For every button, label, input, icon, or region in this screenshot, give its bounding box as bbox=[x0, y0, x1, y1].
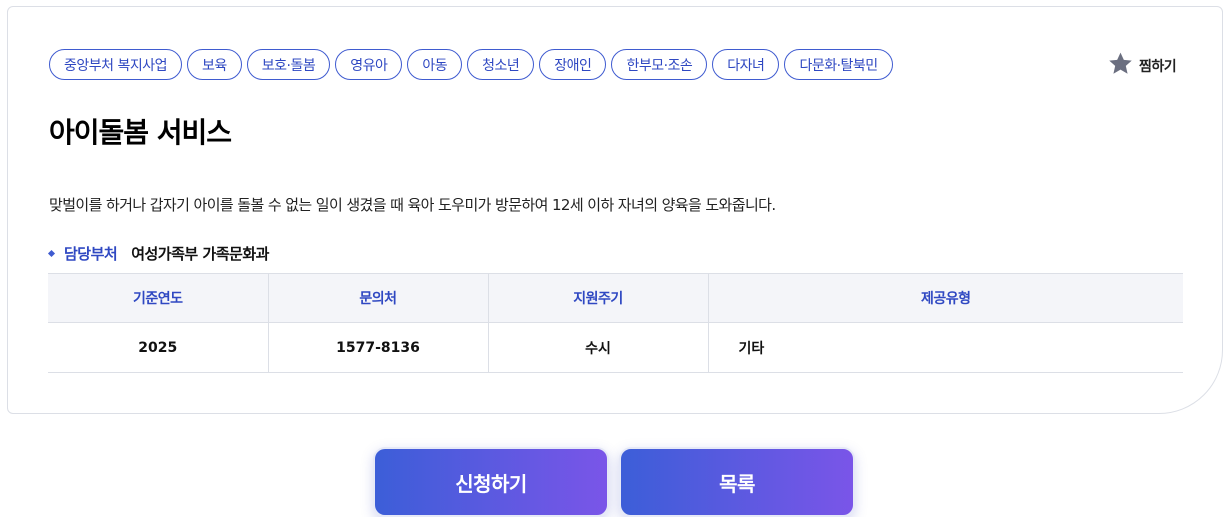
tag-multicultural[interactable]: 다문화·탈북민 bbox=[784, 49, 893, 80]
service-description: 맞벌이를 하거나 갑자기 아이를 돌볼 수 없는 일이 생겼을 때 육아 도우미… bbox=[49, 196, 776, 214]
tag-childcare[interactable]: 보육 bbox=[187, 49, 242, 80]
header-contact: 문의처 bbox=[268, 273, 489, 323]
info-table: 기준연도 문의처 지원주기 제공유형 2025 1577-8136 수시 기타 bbox=[48, 273, 1183, 373]
tag-disabled[interactable]: 장애인 bbox=[539, 49, 607, 80]
tag-youth[interactable]: 청소년 bbox=[467, 49, 535, 80]
cell-year: 2025 bbox=[48, 322, 269, 373]
action-buttons: 신청하기 목록 bbox=[373, 447, 855, 517]
header-cycle: 지원주기 bbox=[488, 273, 709, 323]
cell-contact: 1577-8136 bbox=[268, 322, 489, 373]
star-icon bbox=[1108, 51, 1133, 80]
header-type: 제공유형 bbox=[708, 273, 1183, 323]
department-value: 여성가족부 가족문화과 bbox=[131, 245, 269, 263]
category-tags: 중앙부처 복지사업 보육 보호·돌봄 영유아 아동 청소년 장애인 한부모·조손… bbox=[49, 49, 893, 80]
tag-single-parent[interactable]: 한부모·조손 bbox=[611, 49, 708, 80]
table-header-row: 기준연도 문의처 지원주기 제공유형 bbox=[48, 273, 1183, 323]
cell-type: 기타 bbox=[708, 322, 1183, 373]
table-row: 2025 1577-8136 수시 기타 bbox=[48, 322, 1183, 373]
department-label: 담당부처 bbox=[64, 245, 118, 263]
diamond-bullet-icon bbox=[47, 249, 56, 258]
tag-child[interactable]: 아동 bbox=[407, 49, 463, 80]
favorite-button[interactable]: 찜하기 bbox=[1108, 51, 1177, 80]
page-title: 아이돌봄 서비스 bbox=[49, 116, 232, 149]
cell-cycle: 수시 bbox=[488, 322, 709, 373]
favorite-label: 찜하기 bbox=[1139, 58, 1177, 75]
service-detail-card: 중앙부처 복지사업 보육 보호·돌봄 영유아 아동 청소년 장애인 한부모·조손… bbox=[7, 6, 1223, 414]
department-info: 담당부처 여성가족부 가족문화과 bbox=[47, 243, 269, 264]
tag-protection-care[interactable]: 보호·돌봄 bbox=[246, 49, 331, 80]
apply-button[interactable]: 신청하기 bbox=[373, 447, 609, 517]
tag-central-welfare[interactable]: 중앙부처 복지사업 bbox=[49, 49, 182, 80]
header-year: 기준연도 bbox=[48, 273, 269, 323]
tag-multi-child[interactable]: 다자녀 bbox=[712, 49, 780, 80]
list-button[interactable]: 목록 bbox=[619, 447, 855, 517]
tag-infant[interactable]: 영유아 bbox=[335, 49, 403, 80]
